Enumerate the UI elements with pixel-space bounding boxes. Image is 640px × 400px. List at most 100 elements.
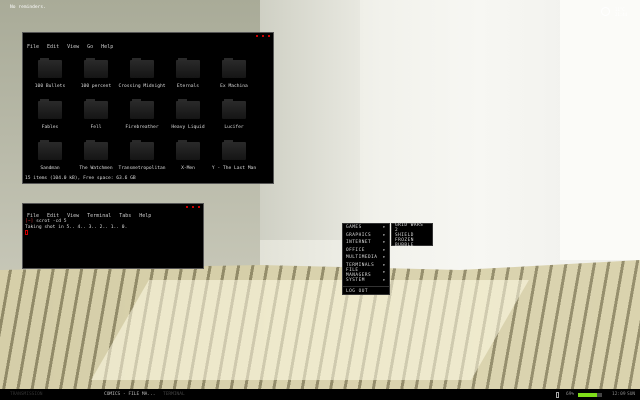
folder-icon	[38, 99, 62, 119]
minimize-button[interactable]	[186, 206, 188, 208]
folder-item[interactable]: Eternals	[165, 58, 211, 89]
maximize-button[interactable]	[262, 35, 264, 37]
folder-label: Transmetropolitan	[118, 166, 166, 171]
folder-icon	[222, 99, 246, 119]
games-submenu[interactable]: GRID WARS 2 SHIELD FROZEN BUBBLE	[391, 222, 433, 248]
submenu-item[interactable]: FROZEN BUBBLE	[392, 237, 432, 248]
menu-terminal[interactable]: Terminal	[87, 213, 111, 219]
menubar: File Edit View Go Help	[23, 44, 273, 50]
menu-item[interactable]: OFFICE ▸	[343, 247, 389, 255]
submenu-item[interactable]: GRID WARS 2	[392, 222, 432, 233]
item-label: GRID WARS 2	[395, 222, 424, 233]
folder-item[interactable]: Lucifer	[211, 99, 257, 130]
folder-icon	[130, 140, 154, 160]
item-label: FROZEN BUBBLE	[395, 237, 414, 248]
menu-item[interactable]: GRAPHICS ▸	[343, 232, 389, 240]
arrow-right-icon: ▸	[382, 232, 386, 238]
battery-fill	[578, 392, 598, 397]
menu-edit[interactable]: Edit	[47, 44, 59, 50]
wallpaper-sunlight	[91, 280, 529, 380]
folder-icon	[222, 58, 246, 78]
folder-item[interactable]: Ex Machina	[211, 58, 257, 89]
logout-label: LOG OUT	[346, 289, 369, 295]
cursor	[25, 230, 28, 235]
day: SUN	[627, 392, 636, 397]
folder-icon	[38, 58, 62, 78]
task-file-manager[interactable]: COMICS - FILE MA...	[104, 392, 155, 397]
folder-icon	[84, 140, 108, 160]
output-line: Taking shot in 5.. 4.. 3.. 2.. 1.. 0.	[25, 224, 128, 230]
terminal-window[interactable]: File Edit View Terminal Tabs Help [~] sc…	[22, 203, 204, 269]
status-bar: 15 items (104.0 kB), Free space: 63.6 GB	[25, 176, 136, 181]
weather-icon	[601, 7, 610, 16]
folder-label: Fables	[41, 125, 59, 130]
folder-label: Y - The Last Man	[211, 166, 257, 171]
menu-view[interactable]: View	[67, 213, 79, 219]
folder-icon	[176, 58, 200, 78]
menu-help[interactable]: Help	[139, 213, 151, 219]
folder-label: Sandman	[40, 166, 60, 171]
maximize-button[interactable]	[192, 206, 194, 208]
folder-item[interactable]: 100 Bullets	[27, 58, 73, 89]
arrow-right-icon: ▸	[382, 225, 386, 231]
folder-label: Ex Machina	[220, 84, 248, 89]
folder-label: Lucifer	[224, 125, 244, 130]
task-terminal[interactable]: TERMINAL	[163, 392, 185, 397]
folder-item[interactable]: Transmetropolitan	[118, 140, 166, 171]
battery-icon	[556, 391, 559, 398]
menu-view[interactable]: View	[67, 44, 79, 50]
folder-label: 100 percent	[80, 84, 112, 89]
folder-item[interactable]: Firebreather	[119, 99, 165, 130]
folder-item[interactable]: Fables	[27, 99, 73, 130]
prompt: [~]	[25, 219, 34, 224]
app-menu[interactable]: GAMES ▸ GRAPHICS ▸ INTERNET ▸ OFFICE ▸ MULTIMEDI…	[342, 223, 390, 295]
terminal-output[interactable]: [~] scrot -cd 5 Taking shot in 5.. 4.. 3…	[23, 219, 203, 235]
arrow-right-icon: ▸	[382, 255, 386, 261]
arrow-right-icon: ▸	[382, 262, 386, 268]
item-label: GAMES	[346, 225, 362, 231]
folder-label: Eternals	[176, 84, 200, 89]
menu-item-logout[interactable]: LOG OUT	[343, 288, 389, 296]
menu-item[interactable]: MULTIMEDIA ▸	[343, 254, 389, 262]
folder-label: 100 Bullets	[34, 84, 66, 89]
minimize-button[interactable]	[256, 35, 258, 37]
file-manager-window[interactable]: File Edit View Go Help 100 Bullets 100 pe…	[22, 32, 274, 184]
close-button[interactable]	[268, 35, 270, 37]
folder-label: The Watchmen	[79, 166, 113, 171]
window-controls[interactable]	[256, 35, 270, 37]
battery-percent: 69%	[566, 392, 575, 397]
folder-item[interactable]: The Watchmen	[73, 140, 119, 171]
folder-icon	[38, 140, 62, 160]
wallpaper-wall	[260, 0, 360, 240]
folder-item[interactable]: Sandman	[27, 140, 73, 171]
folder-label: Firebreather	[125, 125, 159, 130]
folder-item[interactable]: Y - The Last Man	[211, 140, 257, 171]
file-grid: 100 Bullets 100 percent Crossing Midnight E…	[27, 58, 273, 171]
arrow-right-icon: ▸	[382, 270, 386, 276]
menu-items: GAMES ▸ GRAPHICS ▸ INTERNET ▸ OFFICE ▸ MULTIMEDI…	[343, 224, 389, 284]
window-controls[interactable]	[186, 206, 200, 208]
folder-icon	[176, 140, 200, 160]
menu-help[interactable]: Help	[101, 44, 113, 50]
tray-app[interactable]: TRANSMISSION	[10, 392, 43, 397]
item-label: FILE MANAGERS	[346, 267, 372, 278]
folder-item[interactable]: 100 percent	[73, 58, 119, 89]
folder-icon	[176, 99, 200, 119]
folder-item[interactable]: Heavy Liquid	[165, 99, 211, 130]
menu-tabs[interactable]: Tabs	[119, 213, 131, 219]
menu-go[interactable]: Go	[87, 44, 93, 50]
item-label: MULTIMEDIA	[346, 255, 378, 261]
folder-item[interactable]: Fell	[73, 99, 119, 130]
folder-item[interactable]: X-Men	[165, 140, 211, 171]
menu-item[interactable]: INTERNET ▸	[343, 239, 389, 247]
folder-item[interactable]: Crossing Midnight	[118, 58, 166, 89]
close-button[interactable]	[198, 206, 200, 208]
item-label: SYSTEM	[346, 277, 365, 283]
menu-item[interactable]: FILE MANAGERS ▸	[343, 267, 389, 278]
wallpaper-window	[560, 0, 640, 260]
battery-bar	[578, 392, 602, 397]
menu-file[interactable]: File	[27, 44, 39, 50]
menu-item[interactable]: GAMES ▸	[343, 224, 389, 232]
clock: 12:09	[612, 392, 626, 397]
arrow-right-icon: ▸	[382, 247, 386, 253]
